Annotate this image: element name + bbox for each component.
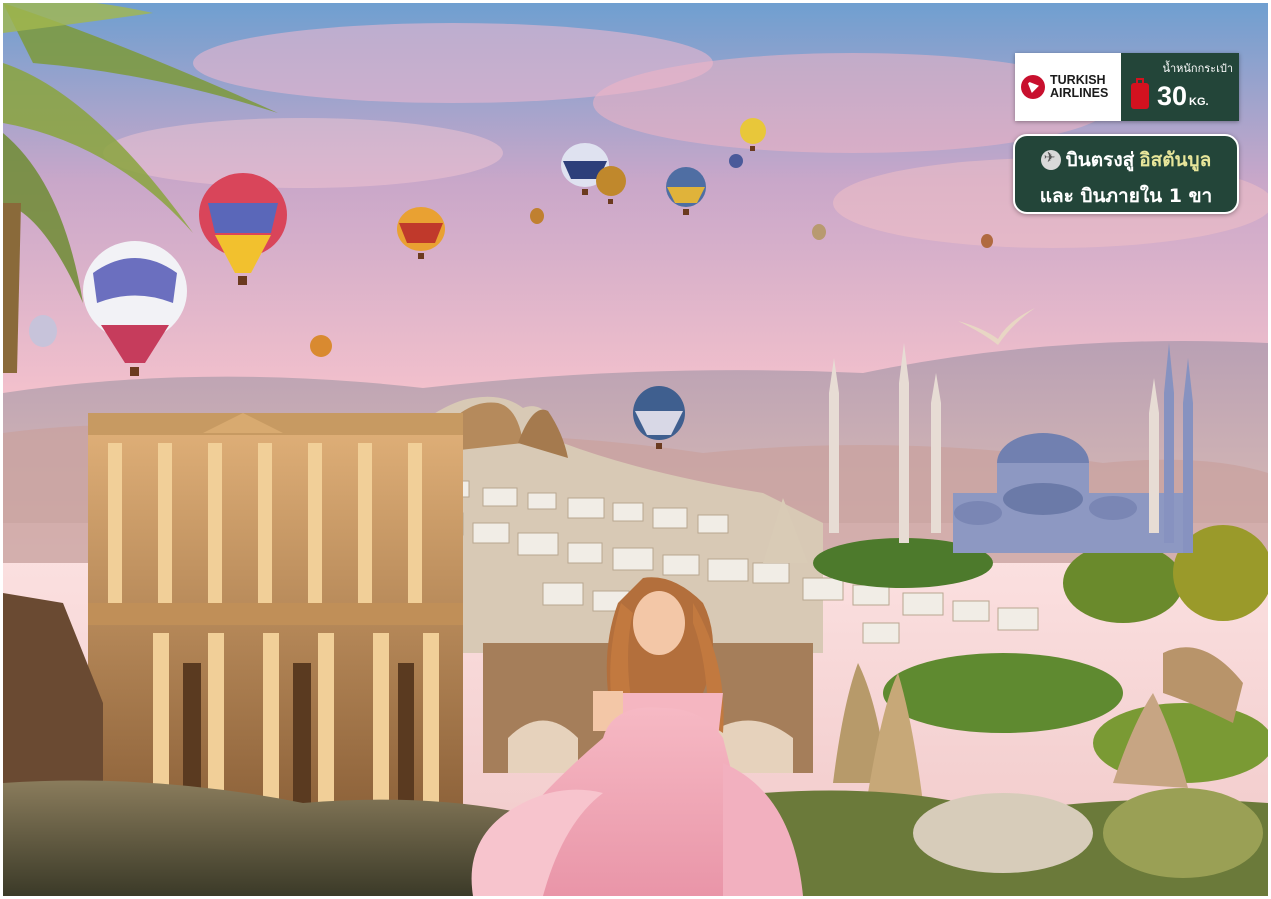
banner-image: TURKISH AIRLINES น้ำหนักกระเป๋า 30KG. บิ… [3, 3, 1268, 896]
plane-icon [1040, 150, 1061, 170]
baggage-allowance: น้ำหนักกระเป๋า 30 KG. [1121, 53, 1239, 121]
hot-air-balloon-icon [729, 154, 743, 168]
hot-air-balloon-icon [981, 234, 993, 248]
turkish-airlines-logo-icon [1021, 75, 1045, 99]
hot-air-balloon-icon [812, 224, 826, 240]
library-of-celsus-icon [88, 413, 463, 823]
destination-name: อิสตันบูล [1139, 149, 1212, 171]
airline-baggage-badge: TURKISH AIRLINES น้ำหนักกระเป๋า 30 KG. [1015, 53, 1239, 121]
hot-air-balloon-icon [530, 208, 544, 224]
flight-info-badge: บินตรงสู่ อิสตันบูล และ บินภายใน 1 ขา [1013, 134, 1239, 214]
baggage-weight-unit: KG. [1189, 96, 1209, 108]
hot-air-balloon-icon [29, 315, 57, 347]
baggage-weight-value: 30 [1157, 81, 1188, 111]
suitcase-icon [1131, 78, 1149, 109]
airline-name-line2: AIRLINES [1050, 86, 1109, 100]
airline-logo: TURKISH AIRLINES [1015, 53, 1121, 121]
hot-air-balloon-icon [310, 335, 332, 357]
flight-info-line2: และ บินภายใน 1 ขา [1039, 185, 1213, 207]
baggage-label: น้ำหนักกระเป๋า [1162, 62, 1233, 75]
flight-info-line1: บินตรงสู่ อิสตันบูล [1015, 145, 1237, 175]
baggage-weight: 30 KG. [1157, 81, 1209, 112]
airline-name: TURKISH AIRLINES [1050, 74, 1108, 100]
flight-info-prefix: บินตรงสู่ [1065, 149, 1135, 171]
